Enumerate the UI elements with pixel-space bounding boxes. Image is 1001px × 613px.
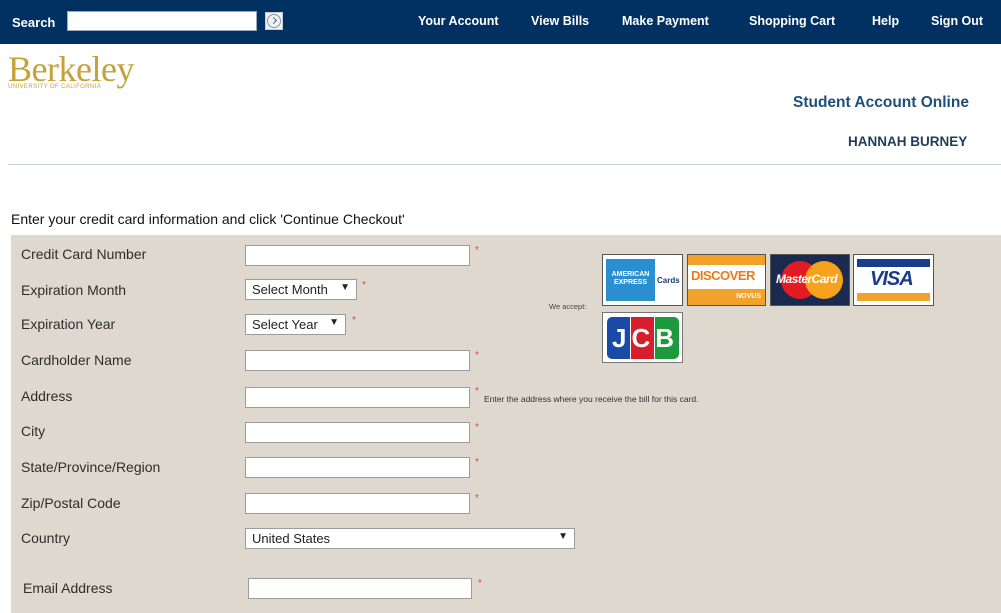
exp-year-select[interactable]: Select Year ▼	[245, 314, 346, 335]
exp-month-label: Expiration Month	[21, 282, 127, 298]
nav-shopping-cart[interactable]: Shopping Cart	[749, 14, 835, 28]
state-label: State/Province/Region	[21, 459, 161, 475]
search-input[interactable]	[67, 11, 257, 31]
arrow-circle-icon	[267, 14, 281, 28]
logo-wordmark: Berkeley	[8, 49, 134, 89]
required-marker: *	[478, 578, 482, 589]
card-number-label: Credit Card Number	[21, 246, 147, 262]
required-marker: *	[475, 422, 479, 433]
nav-your-account[interactable]: Your Account	[418, 14, 499, 28]
address-label: Address	[21, 388, 73, 404]
country-value: United States	[252, 531, 331, 546]
search-label: Search	[12, 15, 56, 30]
required-marker: *	[475, 386, 479, 397]
zip-field[interactable]	[245, 493, 470, 514]
jcb-logo: JCB	[602, 312, 683, 363]
required-marker: *	[475, 493, 479, 504]
dropdown-arrow-icon: ▼	[558, 531, 568, 542]
address-field[interactable]	[245, 387, 470, 408]
exp-year-label: Expiration Year	[21, 316, 116, 332]
country-select[interactable]: United States ▼	[245, 528, 575, 549]
discover-text: DISCOVER	[691, 268, 755, 283]
country-label: Country	[21, 530, 71, 546]
jcb-text: JCB	[612, 323, 680, 353]
exp-month-value: Select Month	[252, 282, 328, 297]
required-marker: *	[362, 280, 366, 291]
we-accept-label: We accept:	[549, 302, 587, 311]
required-marker: *	[352, 315, 356, 326]
amex-line1: AMERICAN	[611, 271, 650, 278]
dropdown-arrow-icon: ▼	[340, 282, 350, 293]
zip-label: Zip/Postal Code	[21, 495, 121, 511]
exp-year-value: Select Year	[252, 317, 318, 332]
amex-suffix: Cards	[657, 276, 680, 285]
city-field[interactable]	[245, 422, 470, 443]
search-go-button[interactable]	[265, 12, 283, 30]
nav-view-bills[interactable]: View Bills	[531, 14, 589, 28]
berkeley-logo[interactable]: Berkeley UNIVERSITY OF CALIFORNIA	[8, 49, 134, 90]
address-hint: Enter the address where you receive the …	[484, 394, 699, 404]
site-title: Student Account Online	[793, 94, 969, 111]
cardholder-name-field[interactable]	[245, 350, 470, 371]
nav-sign-out[interactable]: Sign Out	[931, 14, 983, 28]
email-label: Email Address	[23, 580, 113, 596]
mastercard-text: MasterCard	[776, 272, 838, 286]
exp-month-select[interactable]: Select Month ▼	[245, 279, 357, 300]
required-marker: *	[475, 245, 479, 256]
required-marker: *	[475, 350, 479, 361]
dropdown-arrow-icon: ▼	[329, 317, 339, 328]
nav-make-payment[interactable]: Make Payment	[622, 14, 709, 28]
user-name: HANNAH BURNEY	[848, 134, 968, 149]
top-nav-bar: Search Your Account View Bills Make Paym…	[0, 0, 1001, 44]
card-number-field[interactable]	[245, 245, 470, 266]
cardholder-name-label: Cardholder Name	[21, 352, 132, 368]
email-field[interactable]	[248, 578, 472, 599]
city-label: City	[21, 423, 46, 439]
state-field[interactable]	[245, 457, 470, 478]
required-marker: *	[475, 457, 479, 468]
header-divider	[8, 164, 1001, 165]
nav-help[interactable]: Help	[872, 14, 899, 28]
visa-logo: VISA	[853, 254, 934, 306]
mastercard-logo: MasterCard	[770, 254, 850, 306]
visa-text: VISA	[870, 268, 914, 290]
form-instructions: Enter your credit card information and c…	[11, 211, 405, 227]
discover-logo: DISCOVER NOVUS	[687, 254, 766, 306]
discover-sub: NOVUS	[736, 293, 761, 300]
amex-logo: AMERICAN EXPRESS Cards	[602, 254, 683, 306]
amex-line2: EXPRESS	[613, 279, 648, 286]
